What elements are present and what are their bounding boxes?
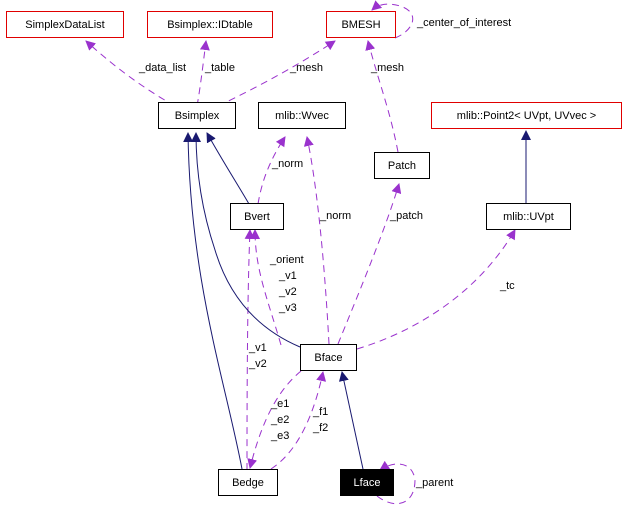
edge-label-e2: _e2 (271, 414, 290, 426)
edge-norm-bface (303, 136, 330, 345)
node-label: mlib::Point2< UVpt, UVvec > (456, 109, 597, 122)
edge-mesh-patch (365, 40, 399, 153)
node-mlib-point2[interactable]: mlib::Point2< UVpt, UVvec > (431, 102, 622, 129)
edge-bvert-refs (250, 229, 282, 346)
node-label: Bface (314, 351, 343, 364)
node-mlib-wvec[interactable]: mlib::Wvec (258, 102, 346, 129)
edge-tc (356, 229, 516, 350)
edge-inherit-bedge-bsimplex (183, 132, 243, 470)
edge-label-center-of-interest: _center_of_interest (417, 17, 512, 29)
edge-patch (337, 183, 402, 345)
node-label: Lface (353, 476, 381, 489)
diagram-edges (85, 0, 531, 505)
node-label: Bvert (244, 210, 270, 223)
edge-label-e3: _e3 (271, 430, 290, 442)
node-simplexdatalist[interactable]: SimplexDataList (6, 11, 124, 38)
edge-label-tc: _tc (500, 280, 515, 292)
node-patch[interactable]: Patch (374, 152, 430, 179)
edge-label-norm-bface: _norm (320, 210, 352, 222)
edge-label-f2: _f2 (313, 422, 329, 434)
edge-label-norm-bvert: _norm (272, 158, 304, 170)
node-label: BMESH (341, 18, 381, 31)
edge-label-bedge-v1: _v1 (249, 342, 267, 354)
edge-label-mesh-patch: _mesh (371, 62, 405, 74)
edge-label-e1: _e1 (271, 398, 290, 410)
node-label: Bsimplex (174, 109, 220, 122)
edge-label-table: _table (205, 62, 235, 74)
edge-label-mesh-bsimplex: _mesh (290, 62, 324, 74)
node-bface[interactable]: Bface (300, 344, 357, 371)
edge-label-f1: _f1 (313, 406, 329, 418)
node-lface[interactable]: Lface (340, 469, 394, 496)
edge-label-parent: _parent (416, 477, 454, 489)
node-mlib-uvpt[interactable]: mlib::UVpt (486, 203, 571, 230)
node-label: Bsimplex::IDtable (167, 18, 253, 31)
edge-inherit-bvert-bsimplex (206, 132, 250, 205)
node-label: mlib::UVpt (503, 210, 554, 223)
node-bvert[interactable]: Bvert (230, 203, 284, 230)
node-bsimplex[interactable]: Bsimplex (158, 102, 236, 129)
edge-label-patch: _patch (390, 210, 424, 222)
edge-label-v2: _v2 (279, 286, 297, 298)
node-label: Patch (387, 159, 417, 172)
edge-label-data-list: _data_list (139, 62, 187, 74)
edge-label-v3: _v3 (279, 302, 297, 314)
node-bedge[interactable]: Bedge (218, 469, 278, 496)
node-bsimplex-idtable[interactable]: Bsimplex::IDtable (147, 11, 273, 38)
edge-label-bedge-v2: _v2 (249, 358, 267, 370)
node-label: SimplexDataList (25, 18, 105, 31)
node-bmesh[interactable]: BMESH (326, 11, 396, 38)
node-label: mlib::Wvec (275, 109, 329, 122)
edge-label-v1: _v1 (279, 270, 297, 282)
edge-inherit-lface-bface (338, 371, 364, 470)
node-label: Bedge (232, 476, 264, 489)
edge-label-orient: _orient (270, 254, 304, 266)
